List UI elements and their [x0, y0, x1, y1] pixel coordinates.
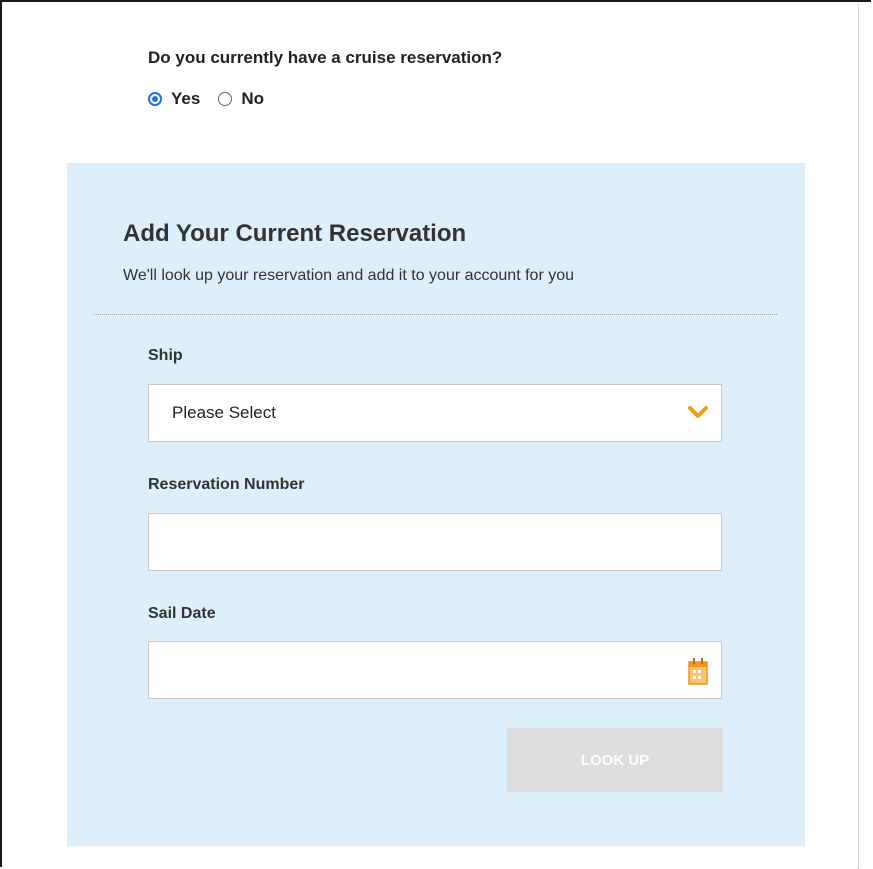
radio-yes[interactable]: [148, 92, 162, 106]
panel-title: Add Your Current Reservation: [123, 220, 467, 247]
reservation-number-input[interactable]: [148, 513, 722, 571]
reservation-number-label: Reservation Number: [148, 476, 305, 493]
right-divider: [858, 4, 859, 869]
calendar-icon[interactable]: [687, 656, 709, 686]
ship-select-value: Please Select: [172, 403, 276, 422]
panel-subtitle: We'll look up your reservation and add i…: [123, 267, 575, 284]
reservation-panel: Add Your Current Reservation We'll look …: [67, 163, 805, 846]
ship-label: Ship: [148, 347, 183, 364]
sail-date-label: Sail Date: [148, 605, 216, 622]
lookup-button[interactable]: LOOK UP: [507, 728, 723, 792]
radio-no[interactable]: [218, 92, 233, 106]
reservation-question: Do you currently have a cruise reservati…: [148, 48, 503, 67]
radio-yes-label[interactable]: Yes: [171, 89, 200, 109]
radio-no-label[interactable]: No: [241, 89, 264, 109]
ship-select[interactable]: Please Select: [148, 384, 722, 442]
reservation-radio-group: Yes No: [148, 88, 282, 110]
chevron-down-icon[interactable]: [687, 403, 709, 423]
sail-date-input[interactable]: [148, 641, 722, 699]
panel-divider: [94, 314, 777, 315]
